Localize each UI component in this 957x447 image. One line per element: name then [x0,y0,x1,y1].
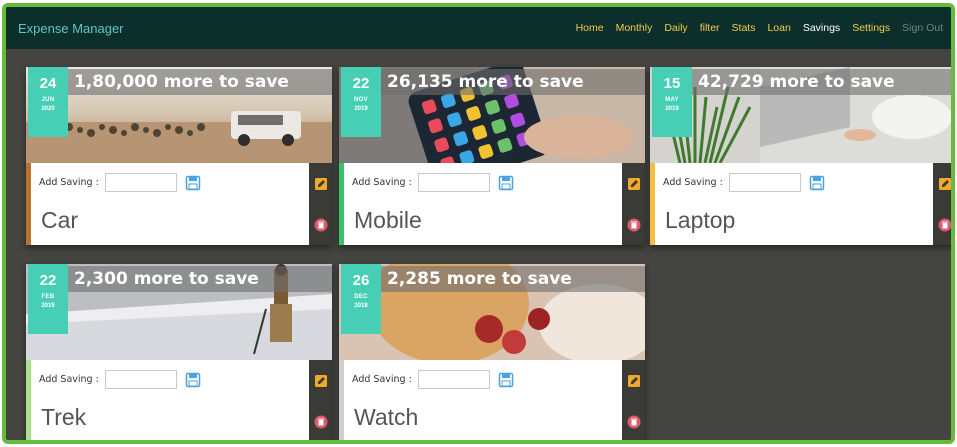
card-title: Watch [354,404,419,430]
add-saving-label: Add Saving : [352,177,412,188]
date-badge: 24 JUN 2020 [28,67,68,137]
card-title: Car [41,207,79,233]
floppy-disk-icon[interactable] [185,372,201,388]
date-month: NOV [354,97,368,103]
edit-icon[interactable] [309,360,332,401]
nav-sign-out[interactable]: Sign Out [902,22,943,34]
add-saving-row: Add Saving : [39,173,201,192]
remaining-amount: 42,729 more to save [692,69,951,95]
nav-filter[interactable]: filter [700,22,720,34]
add-saving-label: Add Saving : [663,177,723,188]
date-badge: 26 DEC 2018 [341,264,381,334]
card-actions [309,163,332,245]
top-navbar: Expense Manager Home Monthly Daily filte… [6,7,951,49]
card-accent-bar [339,360,344,440]
date-year: 2019 [41,303,55,309]
saving-card: 24 JUN 2020 1,80,000 more to save Add Sa… [26,67,332,245]
remaining-amount: 26,135 more to save [381,69,645,95]
saving-card: 22 NOV 2019 26,135 more to save Add Savi… [339,67,645,245]
saving-card: 22 FEB 2019 2,300 more to save Add Savin… [26,264,332,440]
card-body: Add Saving : Trek [26,360,309,440]
card-body: Add Saving : Watch [339,360,622,440]
card-body: Add Saving : Car [26,163,309,245]
date-month: MAY [665,97,679,103]
nav-monthly[interactable]: Monthly [616,22,653,34]
card-title: Laptop [665,207,736,233]
date-month: FEB [41,294,55,300]
date-day: 15 [663,75,681,92]
nav-stats[interactable]: Stats [732,22,756,34]
date-year: 2019 [665,106,679,112]
card-body: Add Saving : Laptop [650,163,933,245]
add-saving-row: Add Saving : [352,370,514,389]
add-saving-row: Add Saving : [352,173,514,192]
trash-icon[interactable] [622,401,645,440]
card-banner: 26 DEC 2018 2,285 more to save [339,264,645,360]
add-saving-row: Add Saving : [663,173,825,192]
nav-daily[interactable]: Daily [664,22,687,34]
card-accent-bar [650,163,655,245]
date-year: 2020 [41,106,55,112]
add-saving-label: Add Saving : [352,374,412,385]
card-accent-bar [26,360,31,440]
date-day: 22 [39,272,57,289]
app-brand[interactable]: Expense Manager [18,21,124,36]
trash-icon[interactable] [309,204,332,245]
card-body: Add Saving : Mobile [339,163,622,245]
card-actions [622,163,645,245]
date-day: 22 [352,75,370,92]
date-month: JUN [41,97,55,103]
card-actions [309,360,332,440]
add-saving-input[interactable] [417,370,490,389]
remaining-amount: 2,285 more to save [381,266,645,292]
app-window: Expense Manager Home Monthly Daily filte… [2,3,955,444]
floppy-disk-icon[interactable] [185,175,201,191]
add-saving-row: Add Saving : [39,370,201,389]
add-saving-label: Add Saving : [39,374,99,385]
card-actions [933,163,951,245]
nav-savings[interactable]: Savings [803,22,840,34]
remaining-amount: 2,300 more to save [68,266,332,292]
remaining-amount: 1,80,000 more to save [68,69,332,95]
floppy-disk-icon[interactable] [498,175,514,191]
card-banner: 24 JUN 2020 1,80,000 more to save [26,67,332,163]
date-badge: 15 MAY 2019 [652,67,692,137]
saving-card: 26 DEC 2018 2,285 more to save Add Savin… [339,264,645,440]
date-month: DEC [354,294,368,300]
add-saving-label: Add Saving : [39,177,99,188]
nav-loan[interactable]: Loan [767,22,790,34]
add-saving-input[interactable] [728,173,801,192]
trash-icon[interactable] [309,401,332,440]
card-title: Mobile [354,207,422,233]
card-banner: 22 NOV 2019 26,135 more to save [339,67,645,163]
date-badge: 22 FEB 2019 [28,264,68,334]
trash-icon[interactable] [622,204,645,245]
date-year: 2018 [354,303,368,309]
floppy-disk-icon[interactable] [498,372,514,388]
saving-card: 15 MAY 2019 42,729 more to save Add Savi… [650,67,951,245]
card-title: Trek [41,404,87,430]
edit-icon[interactable] [933,163,951,204]
floppy-disk-icon[interactable] [809,175,825,191]
add-saving-input[interactable] [417,173,490,192]
nav-settings[interactable]: Settings [852,22,890,34]
edit-icon[interactable] [309,163,332,204]
card-accent-bar [339,163,344,245]
trash-icon[interactable] [933,204,951,245]
card-actions [622,360,645,440]
date-badge: 22 NOV 2019 [341,67,381,137]
date-year: 2019 [354,106,368,112]
add-saving-input[interactable] [104,370,177,389]
date-day: 26 [352,272,370,289]
edit-icon[interactable] [622,360,645,401]
edit-icon[interactable] [622,163,645,204]
card-banner: 15 MAY 2019 42,729 more to save [650,67,951,163]
nav-home[interactable]: Home [576,22,604,34]
add-saving-input[interactable] [104,173,177,192]
main-nav: Home Monthly Daily filter Stats Loan Sav… [576,22,943,34]
card-banner: 22 FEB 2019 2,300 more to save [26,264,332,360]
date-day: 24 [39,75,57,92]
card-accent-bar [26,163,31,245]
